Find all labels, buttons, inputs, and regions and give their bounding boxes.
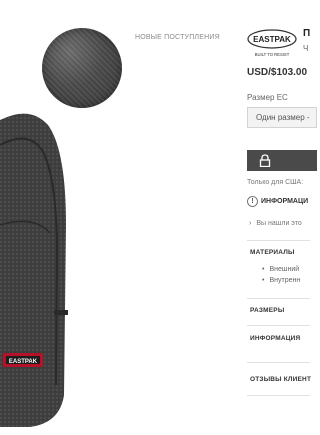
logo-text: EASTPAK <box>253 35 291 44</box>
section-information[interactable]: ИНФОРМАЦИЯ <box>250 335 300 342</box>
divider <box>247 325 310 326</box>
chevron-right-icon: › <box>249 220 252 227</box>
product-subtitle: Ч <box>303 44 309 53</box>
color-swatch-icon[interactable] <box>42 28 122 108</box>
eastpak-logo-icon: EASTPAK BUILT TO RESIST <box>247 29 297 57</box>
product-price: USD/$103.00 <box>247 67 308 78</box>
divider <box>247 395 310 396</box>
add-to-cart-button[interactable] <box>247 150 317 171</box>
size-label: Размер ЕС <box>247 93 288 102</box>
section-sizes[interactable]: РАЗМЕРЫ <box>250 307 284 314</box>
materials-item-text: Внешний <box>269 266 300 273</box>
product-title: П <box>303 28 311 39</box>
info-row[interactable]: ! ИНФОРМАЦИ <box>247 196 308 207</box>
brand-badge-text: EASTPAK <box>9 359 38 365</box>
divider <box>247 362 310 363</box>
info-icon: ! <box>247 196 258 207</box>
found-cheaper-text: Вы нашли это <box>256 220 302 227</box>
divider <box>247 240 310 241</box>
materials-item: • Внутренн <box>262 277 301 284</box>
found-cheaper-row[interactable]: › Вы нашли это <box>249 220 302 227</box>
product-image: EASTPAK <box>0 105 72 430</box>
brand-logo[interactable]: EASTPAK BUILT TO RESIST <box>246 28 298 58</box>
info-heading: ИНФОРМАЦИ <box>261 198 309 205</box>
brand-badge: EASTPAK <box>3 353 43 367</box>
section-materials[interactable]: МАТЕРИАЛЫ <box>250 249 295 256</box>
logo-tagline: BUILT TO RESIST <box>255 52 290 57</box>
size-select[interactable]: Один размер - <box>247 107 317 128</box>
backpack-photo: EASTPAK <box>0 113 68 428</box>
new-arrivals-label[interactable]: НОВЫЕ ПОСТУПЛЕНИЯ <box>135 34 220 41</box>
materials-item-text: Внутренн <box>269 277 301 284</box>
section-reviews[interactable]: ОТЗЫВЫ КЛИЕНТ <box>250 376 311 383</box>
us-only-note: Только для США: <box>247 179 304 186</box>
materials-item: • Внешний <box>262 266 300 273</box>
lock-icon <box>259 154 271 167</box>
divider <box>247 298 310 299</box>
